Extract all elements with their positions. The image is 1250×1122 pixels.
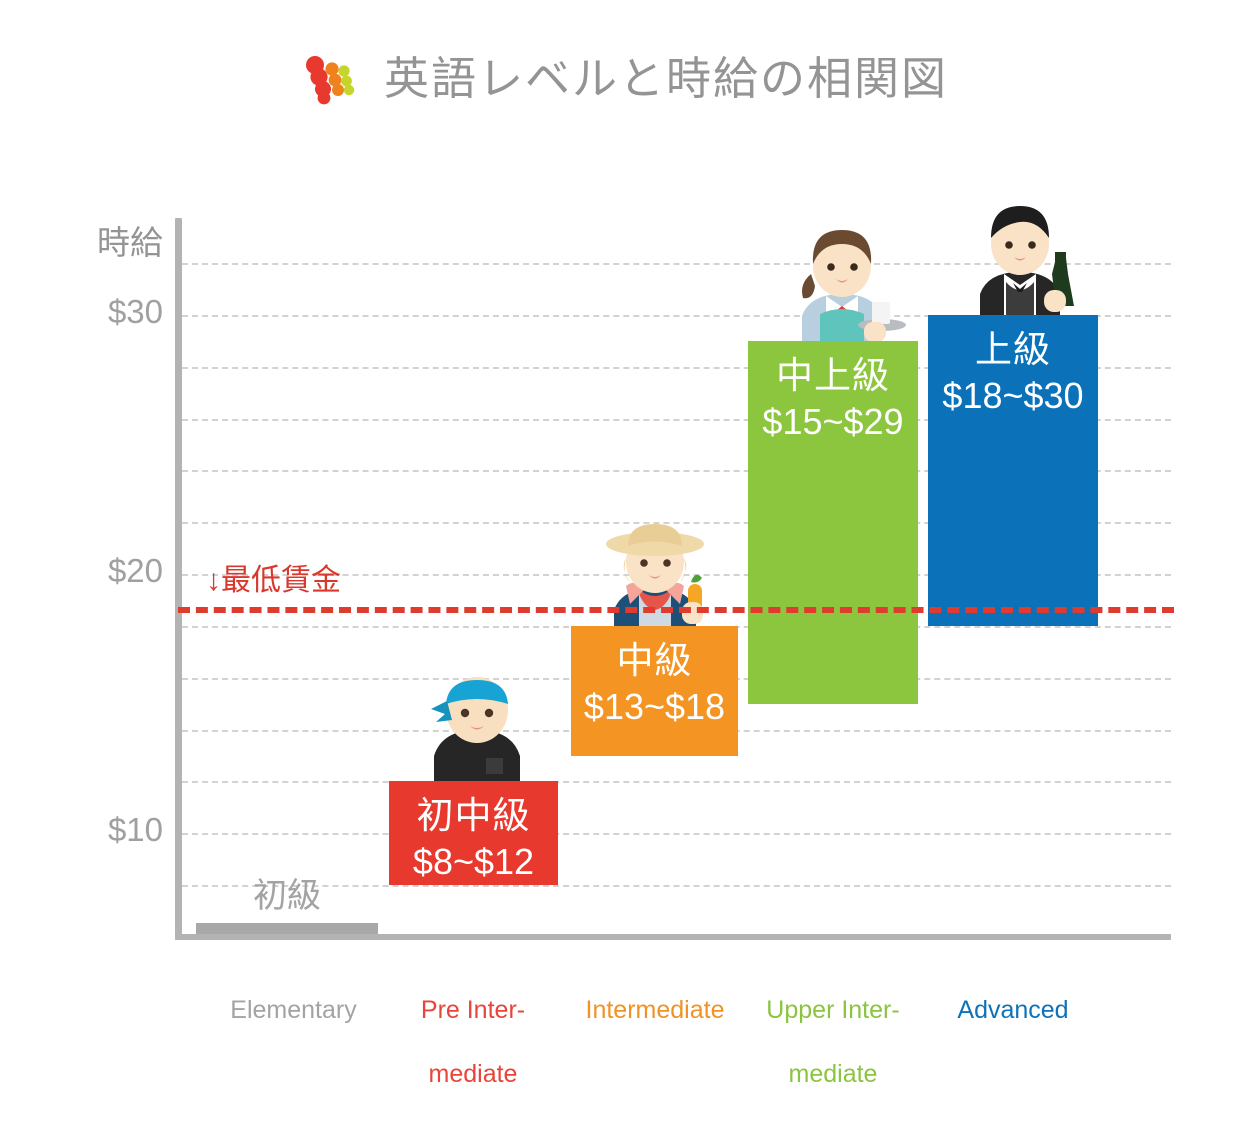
bar-pre-intermediate-range: $8~$12: [412, 841, 535, 882]
x-label-pre-intermediate-line1: Pre Inter-: [420, 996, 526, 1024]
x-label-elementary-line1: Elementary: [230, 996, 357, 1024]
figure-boy-blue-bandana: [431, 677, 520, 788]
x-axis-line: [175, 934, 1171, 940]
x-label-intermediate-line1: Intermediate: [585, 996, 725, 1024]
x-label-advanced-line1: Advanced: [957, 996, 1069, 1024]
x-label-pre-intermediate-line2: mediate: [428, 1060, 518, 1088]
x-label-upper-intermediate: Upper Inter- mediate: [740, 962, 926, 1122]
bar-intermediate[interactable]: 中級 $13~$18: [571, 626, 738, 756]
bar-elementary-ja-label: 初級: [253, 877, 321, 915]
y-tick-10: $10: [107, 811, 163, 848]
bar-advanced[interactable]: 上級 $18~$30: [928, 315, 1098, 626]
figure-farmer-straw-hat-carrot: [606, 524, 704, 640]
chart-plot-area: 時給 $30 $20 $10 初級 初中級 $8~$12 中級 $13~$18 …: [0, 0, 1250, 1097]
y-tick-20: $20: [107, 552, 163, 589]
bar-upper-intermediate-range: $15~$29: [762, 401, 904, 442]
bar-pre-intermediate-ja-label: 初中級: [416, 795, 531, 836]
x-label-upper-intermediate-line2: mediate: [788, 1060, 878, 1088]
gridline-12: [182, 781, 1171, 783]
x-label-advanced: Advanced: [920, 962, 1106, 1058]
gridline-8: [182, 885, 1171, 887]
x-label-upper-intermediate-line1: Upper Inter-: [766, 996, 900, 1024]
figure-waitress-tray: [802, 230, 906, 346]
gridline-10: [182, 833, 1171, 835]
bar-advanced-ja-label: 上級: [975, 329, 1051, 370]
bar-intermediate-range: $13~$18: [583, 686, 726, 727]
bar-advanced-range: $18~$30: [942, 375, 1084, 416]
minimum-wage-annotation-label: ↓最低賃金: [206, 564, 341, 597]
x-label-pre-intermediate: Pre Inter- mediate: [380, 962, 566, 1122]
x-label-intermediate: Intermediate: [562, 962, 748, 1058]
bar-upper-intermediate[interactable]: 中上級 $15~$29: [748, 341, 918, 704]
bar-elementary[interactable]: [196, 923, 378, 934]
bar-intermediate-ja-label: 中級: [616, 640, 693, 681]
y-tick-30: $30: [107, 293, 163, 330]
minimum-wage-line: [178, 607, 1174, 613]
figure-waiter-wine-bottle: [980, 206, 1074, 326]
y-axis-title: 時給: [97, 224, 163, 261]
bar-upper-intermediate-ja-label: 中上級: [776, 355, 890, 396]
y-axis-line: [175, 218, 182, 940]
x-label-elementary: Elementary: [196, 962, 391, 1026]
bar-pre-intermediate[interactable]: 初中級 $8~$12: [389, 781, 558, 885]
